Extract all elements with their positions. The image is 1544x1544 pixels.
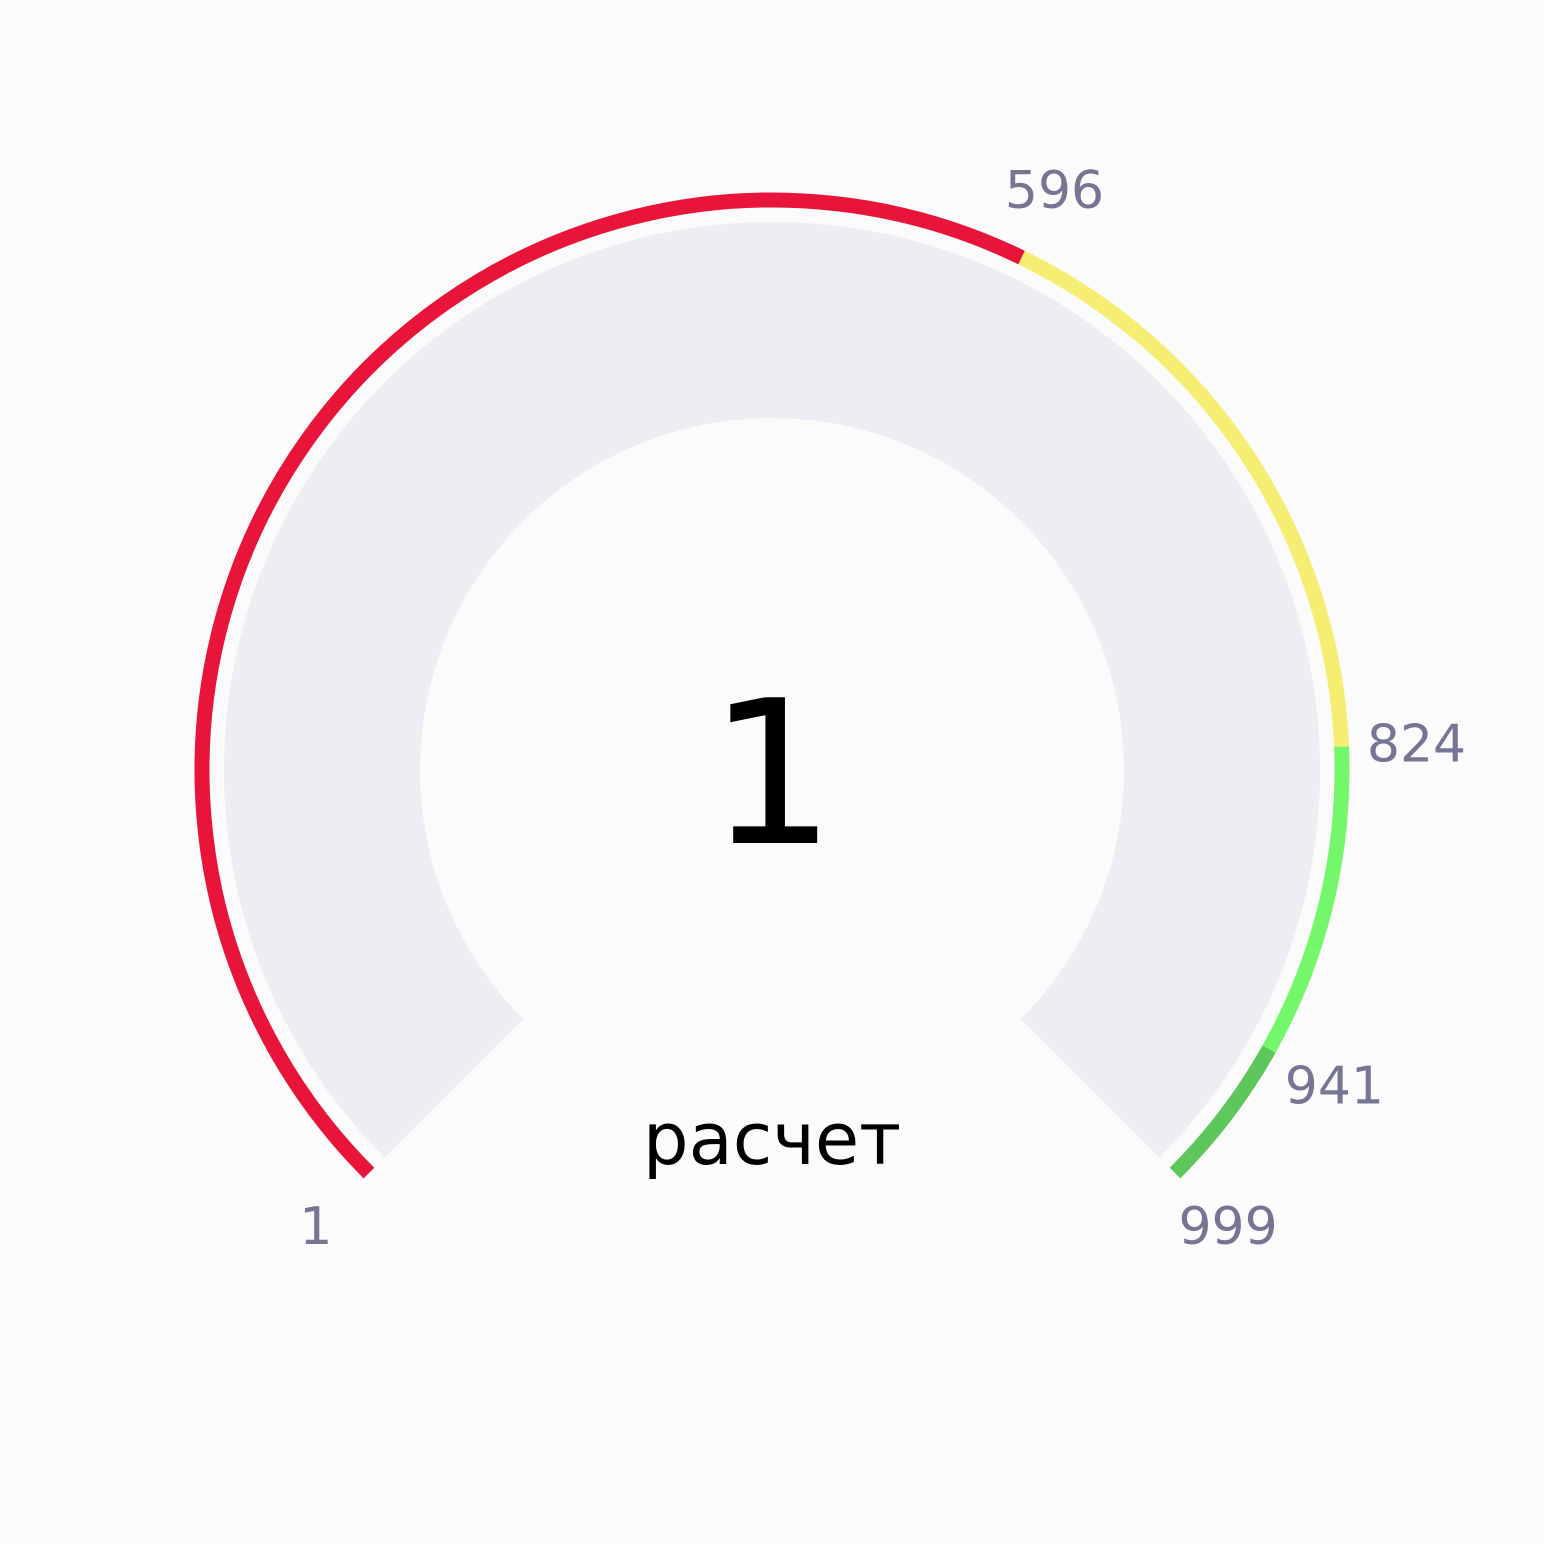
gauge-chart: 1 596 824 941 999 1 расчет bbox=[0, 0, 1544, 1544]
tick-label-824: 824 bbox=[1367, 715, 1466, 775]
gauge-svg: 1 596 824 941 999 1 расчет bbox=[194, 161, 1466, 1257]
tick-label-1: 1 bbox=[299, 1197, 332, 1257]
gauge-value: 1 bbox=[708, 658, 835, 891]
gauge-caption: расчет bbox=[643, 1097, 901, 1181]
tick-label-999: 999 bbox=[1178, 1197, 1277, 1257]
tick-label-596: 596 bbox=[1005, 161, 1104, 221]
tick-label-941: 941 bbox=[1285, 1057, 1384, 1117]
